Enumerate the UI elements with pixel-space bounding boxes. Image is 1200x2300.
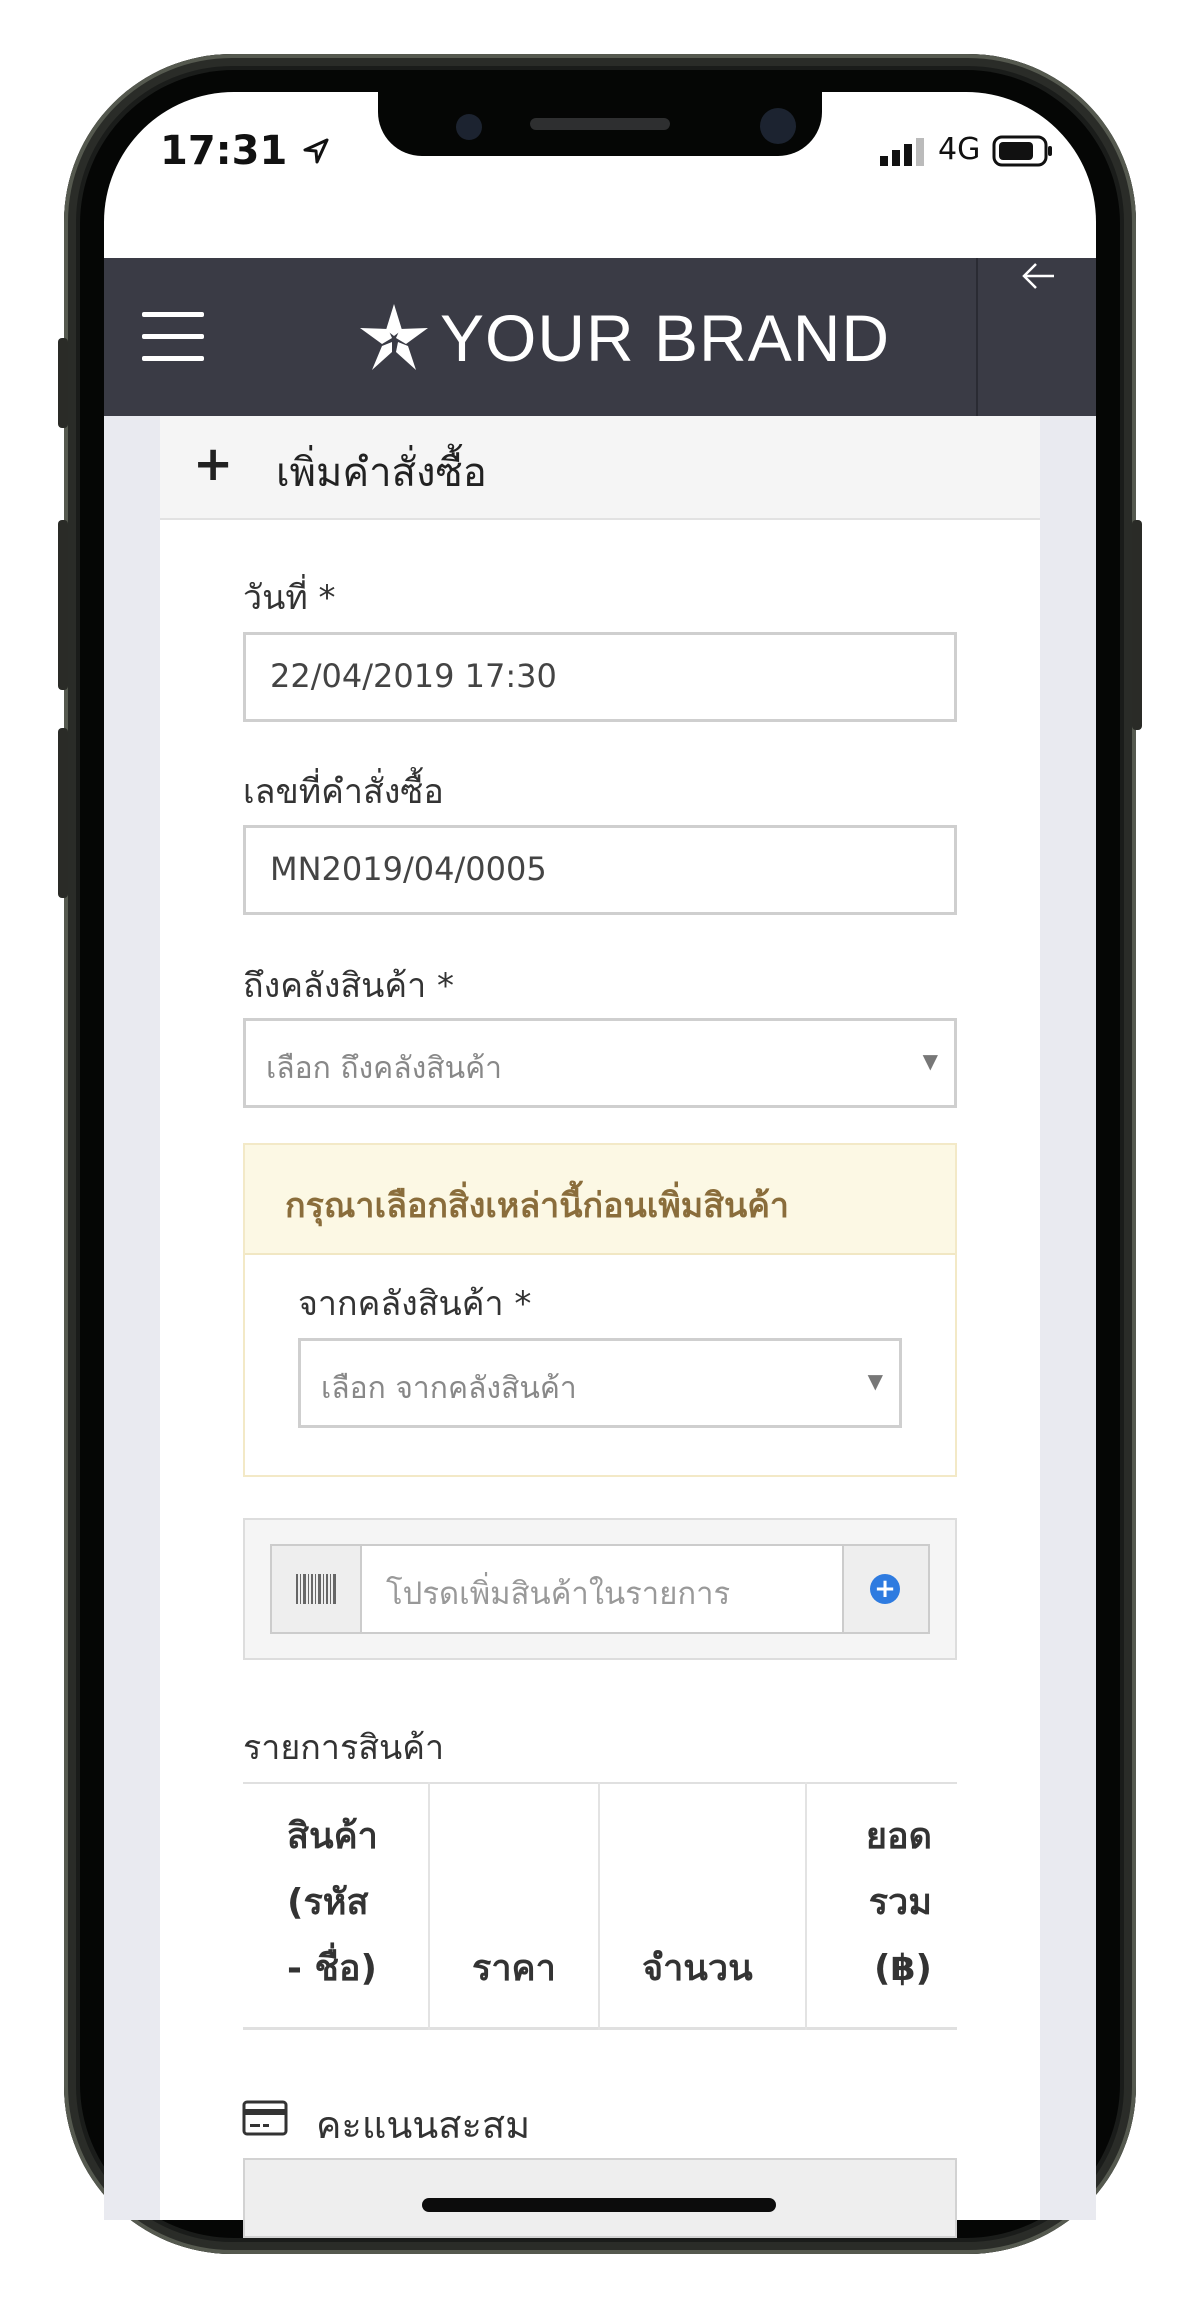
from-warehouse-label: จากคลังสินค้า * (298, 1284, 532, 1324)
barcode-addon (270, 1544, 362, 1634)
product-search-input[interactable]: โปรดเพิ่มสินค้าในรายการ (360, 1544, 844, 1634)
earpiece-speaker (530, 118, 670, 130)
date-label: วันที่ * (243, 578, 336, 618)
from-warehouse-select[interactable]: เลือก จากคลังสินค้า ▼ (298, 1338, 902, 1428)
hamburger-menu-icon[interactable] (140, 312, 206, 364)
battery-icon (992, 134, 1054, 172)
credit-card-icon (242, 2100, 288, 2140)
back-arrow-icon[interactable] (1018, 256, 1058, 306)
chevron-down-icon: ▼ (922, 1049, 938, 1073)
home-indicator[interactable] (422, 2198, 776, 2212)
column-header-product[interactable]: สินค้า (รหัส - ชื่อ) (287, 1804, 378, 2002)
to-warehouse-select[interactable]: เลือก ถึงคลังสินค้า ▼ (243, 1018, 957, 1108)
order-number-value: MN2019/04/0005 (270, 850, 547, 888)
order-number-field[interactable]: MN2019/04/0005 (243, 825, 957, 915)
card-title: เพิ่มคำสั่งซื้อ (276, 450, 487, 496)
date-field[interactable]: 22/04/2019 17:30 (243, 632, 957, 722)
silent-switch (58, 338, 68, 428)
product-search-placeholder: โปรดเพิ่มสินค้าในรายการ (386, 1576, 731, 1612)
column-header-price[interactable]: ราคา (472, 1936, 556, 2002)
column-header-total[interactable]: ยอด รวม (฿) (832, 1804, 932, 2002)
brand-name: YOUR BRAND (440, 301, 891, 375)
status-time: 17:31 (160, 128, 331, 174)
items-table-title: รายการสินค้า (243, 1728, 445, 1768)
plus-icon: + (193, 436, 234, 492)
chevron-down-icon: ▼ (867, 1369, 883, 1393)
barcode-icon (296, 1574, 336, 1604)
signal-icon (880, 138, 928, 170)
to-warehouse-label: ถึงคลังสินค้า * (243, 966, 455, 1006)
volume-up-button (58, 520, 68, 690)
brand-star-icon (356, 300, 432, 380)
column-header-quantity[interactable]: จำนวน (642, 1936, 753, 2002)
date-value: 22/04/2019 17:30 (270, 657, 557, 695)
warning-message: กรุณาเลือกสิ่งเหล่านี้ก่อนเพิ่มสินค้า (285, 1186, 790, 1226)
network-type: 4G (938, 132, 981, 167)
header-divider (976, 258, 978, 416)
plus-circle-icon: + (870, 1574, 900, 1604)
face-sensor (760, 108, 796, 144)
volume-down-button (58, 728, 68, 898)
to-warehouse-placeholder: เลือก ถึงคลังสินค้า (266, 1051, 503, 1086)
power-button (1132, 520, 1142, 730)
order-number-label: เลขที่คำสั่งซื้อ (243, 772, 444, 812)
front-camera (456, 114, 482, 140)
location-arrow-icon (303, 138, 329, 164)
from-warehouse-placeholder: เลือก จากคลังสินค้า (321, 1371, 577, 1406)
points-title: คะแนนสะสม (316, 2103, 531, 2147)
